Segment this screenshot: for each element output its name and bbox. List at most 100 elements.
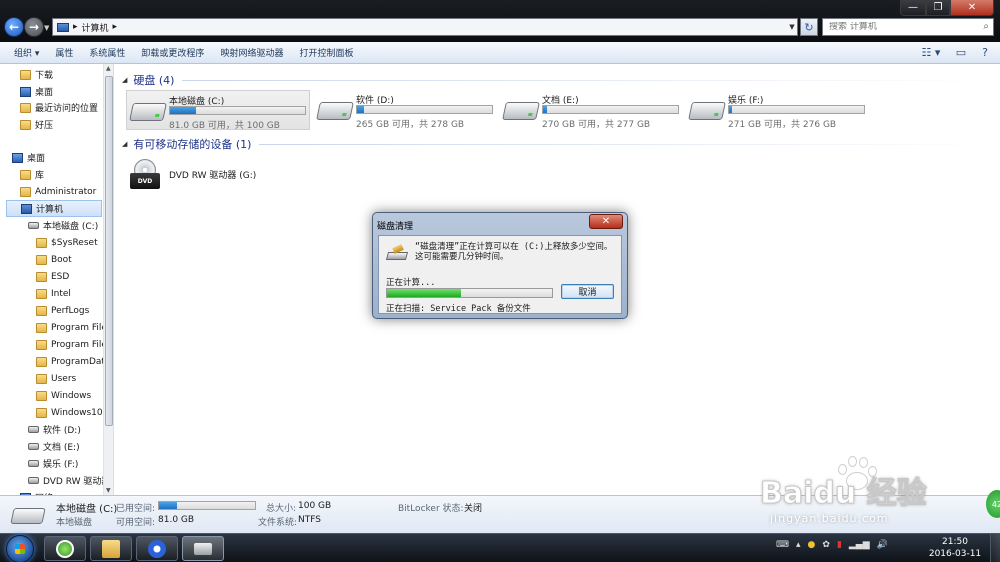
volume-icon[interactable]: 🔊 — [877, 540, 888, 550]
drive-free-space: 265 GB 可用，共 278 GB — [356, 120, 465, 130]
scrollbar-thumb[interactable] — [105, 76, 113, 426]
help-icon[interactable]: ? — [978, 45, 992, 59]
preview-pane-icon[interactable]: ▭ — [954, 45, 968, 59]
drive-free-space: 81.0 GB 可用，共 100 GB — [169, 121, 280, 131]
nav-item[interactable]: 娱乐 (F:) — [28, 455, 78, 472]
nav-item[interactable]: 最近访问的位置 — [20, 99, 98, 116]
folder-icon — [36, 271, 47, 282]
organize-menu[interactable]: 组织 ▾ — [6, 46, 47, 59]
bitlocker-label: BitLocker 状态: — [398, 504, 464, 514]
change-view-icon[interactable]: ☷ ▾ — [918, 45, 944, 59]
keyboard-icon[interactable]: ⌨ — [776, 540, 789, 550]
system-properties-button[interactable]: 系统属性 — [81, 46, 133, 59]
nav-item[interactable]: 下载 — [20, 66, 53, 83]
open-control-panel-button[interactable]: 打开控制面板 — [291, 46, 361, 59]
group-header-removable[interactable]: ◢ 有可移动存储的设备 (1) — [122, 136, 992, 152]
drive-tile[interactable]: 文档 (E:) 270 GB 可用，共 277 GB — [500, 90, 684, 130]
nav-item[interactable]: 桌面 — [20, 83, 53, 100]
nav-item[interactable]: Program Files — [36, 336, 112, 353]
breadcrumb-separator-icon[interactable]: ▸ — [73, 22, 78, 32]
taskbar-baidu-button[interactable] — [136, 536, 178, 561]
nav-item[interactable]: PerfLogs — [36, 302, 89, 319]
map-network-drive-button[interactable]: 映射网络驱动器 — [212, 46, 291, 59]
nav-item[interactable]: Users — [36, 370, 76, 387]
nav-item[interactable]: 软件 (D:) — [28, 421, 81, 438]
nav-item[interactable]: Intel — [36, 285, 71, 302]
group-divider — [182, 79, 992, 81]
scroll-down-icon[interactable]: ▼ — [106, 487, 111, 494]
start-button[interactable] — [6, 535, 34, 562]
nav-item[interactable]: Administrator — [20, 183, 96, 200]
folder-icon — [20, 169, 31, 180]
dvd-drive-label[interactable]: DVD RW 驱动器 (G:) — [169, 168, 256, 181]
address-bar[interactable]: ▸ 计算机 ▸ — [52, 18, 798, 36]
clock-date: 2016-03-11 — [928, 549, 982, 559]
nav-item[interactable]: 计算机 — [6, 200, 102, 217]
scroll-up-icon[interactable]: ▲ — [106, 65, 111, 72]
address-history-dropdown-icon[interactable]: ▼ — [786, 19, 798, 35]
navigation-scrollbar[interactable]: ▲ ▼ — [103, 64, 113, 495]
dialog-close-button[interactable]: ✕ — [589, 214, 623, 229]
drive-tile[interactable]: 本地磁盘 (C:) 81.0 GB 可用，共 100 GB — [126, 90, 310, 131]
recent-pages-dropdown-icon[interactable]: ▼ — [44, 24, 49, 32]
search-icon[interactable]: ⌕ — [983, 21, 989, 32]
breadcrumb-separator-icon[interactable]: ▸ — [113, 22, 118, 32]
drive-usage-bar — [169, 106, 306, 115]
ie-icon — [56, 539, 74, 558]
search-box[interactable]: ⌕ — [822, 18, 994, 36]
properties-button[interactable]: 属性 — [47, 46, 81, 59]
search-input[interactable] — [829, 22, 969, 32]
details-pane: 本地磁盘 (C:) 本地磁盘 已用空间: 可用空间: 81.0 GB 总大小: … — [0, 495, 1000, 533]
nav-item[interactable]: 库 — [20, 166, 44, 183]
nav-item[interactable]: ProgramData — [36, 353, 110, 370]
nav-item[interactable]: 桌面 — [12, 149, 45, 166]
taskbar-disk-cleanup-button[interactable] — [182, 536, 224, 561]
nav-item[interactable]: Windows — [36, 387, 91, 404]
file-system-label: 文件系统: — [258, 518, 298, 528]
nav-item-label: 本地磁盘 (C:) — [43, 222, 99, 232]
nav-item-label: Intel — [51, 288, 71, 299]
taskbar-explorer-button[interactable] — [90, 536, 132, 561]
refresh-button[interactable]: ↻ — [800, 18, 818, 36]
breadcrumb-computer[interactable]: 计算机 — [82, 21, 109, 34]
nav-item[interactable]: 好压 — [20, 116, 53, 133]
drive-tile[interactable]: 软件 (D:) 265 GB 可用，共 278 GB — [314, 90, 498, 130]
nav-item-label: 下载 — [35, 71, 54, 81]
uninstall-program-button[interactable]: 卸载或更改程序 — [133, 46, 212, 59]
collapse-icon[interactable]: ◢ — [122, 76, 127, 84]
show-desktop-button[interactable] — [990, 534, 1000, 562]
forward-button[interactable]: → — [24, 17, 44, 37]
drive-tile[interactable]: 娱乐 (F:) 271 GB 可用，共 276 GB — [686, 90, 870, 130]
show-hidden-icons-icon[interactable]: ▴ — [796, 540, 801, 550]
tray-app-icon[interactable]: ● — [808, 540, 816, 550]
clock[interactable]: 21:50 2016-03-11 — [920, 536, 990, 560]
nav-item[interactable]: 文档 (E:) — [28, 438, 80, 455]
computer-icon — [21, 203, 32, 214]
group-header-hard-disks[interactable]: ◢ 硬盘 (4) — [122, 72, 992, 88]
nav-item[interactable]: $SysReset — [36, 234, 98, 251]
tray-app-icon[interactable]: ▮ — [837, 540, 842, 550]
tray-app-icon[interactable]: ✿ — [822, 540, 830, 550]
dvd-drive-icon[interactable]: DVD — [130, 159, 164, 193]
collapse-icon[interactable]: ◢ — [122, 140, 127, 148]
minimize-button[interactable]: — — [900, 0, 926, 16]
nav-item-label: DVD RW 驱动器 — [43, 477, 111, 487]
navigation-pane: 下载 桌面 最近访问的位置 好压 桌面库 Administrator 计算机 本地磁盘 (C:… — [0, 64, 114, 495]
nav-item[interactable]: Boot — [36, 251, 72, 268]
taskbar-ie-button[interactable] — [44, 536, 86, 561]
explorer-icon — [102, 539, 120, 558]
maximize-button[interactable]: ❐ — [926, 0, 950, 16]
drive-icon — [10, 508, 46, 524]
close-button[interactable]: ✕ — [950, 0, 994, 16]
cancel-button[interactable]: 取消 — [561, 284, 614, 299]
nav-item[interactable]: 本地磁盘 (C:) — [28, 217, 98, 234]
nav-item[interactable]: ESD — [36, 268, 69, 285]
nav-item[interactable]: Program Files — [36, 319, 112, 336]
nav-item[interactable]: DVD RW 驱动器 — [28, 472, 110, 489]
network-icon[interactable]: ▂▄▆ — [849, 540, 870, 550]
free-space-value: 81.0 GB — [158, 515, 195, 525]
back-button[interactable]: ← — [4, 17, 24, 37]
folder-icon — [20, 186, 31, 197]
folder-icon — [36, 373, 47, 384]
nav-item-label: 好压 — [35, 121, 54, 131]
